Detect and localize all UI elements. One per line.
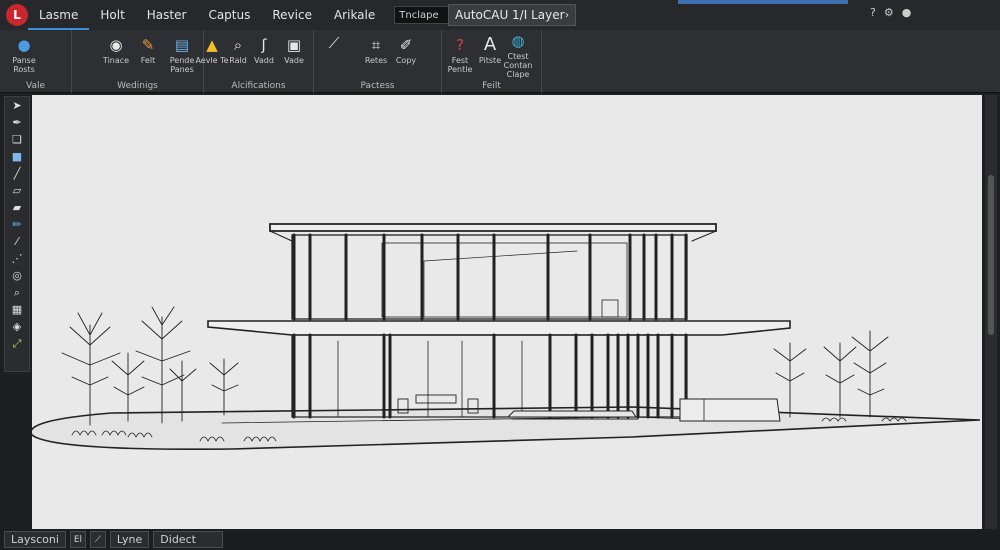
pattern-icon[interactable]: ◈ xyxy=(5,318,29,335)
tool-vade[interactable]: ▣ Vade xyxy=(276,36,312,65)
menu-arikale[interactable]: Arikale xyxy=(323,0,386,30)
layer-dropdown[interactable]: AutoCAU 1/I Layer › xyxy=(448,4,576,26)
eraser-icon[interactable]: ▱ xyxy=(5,182,29,199)
model-tab[interactable]: El xyxy=(69,531,86,548)
drawing-canvas[interactable] xyxy=(32,95,982,529)
menu-haster[interactable]: Haster xyxy=(136,0,198,30)
ribbon-panel-alcifications: ▲ Aevle Te ⌕ Rald ʃ Vadd ▣ Vade Alcifica… xyxy=(195,30,314,93)
help-icon[interactable]: ? xyxy=(870,6,876,19)
menu-revice[interactable]: Revice xyxy=(261,0,323,30)
tool-tinace[interactable]: ◉ Tinace xyxy=(98,36,134,65)
tool-label: Tinace xyxy=(102,56,130,65)
polyline-icon[interactable]: ⁄ xyxy=(5,233,29,250)
tool-label: Panse Rosts xyxy=(12,56,36,74)
app-logo-icon[interactable]: L xyxy=(6,4,28,26)
tool-copy[interactable]: ✐ Copy xyxy=(388,36,424,65)
eye-icon: ◉ xyxy=(109,36,123,54)
node-icon[interactable]: ⋰ xyxy=(5,250,29,267)
panel-title: Alcifications xyxy=(231,81,286,91)
tool-ctest-contan-clape[interactable]: ◍ Ctest Contan Clape xyxy=(500,32,536,79)
tool-label: Vade xyxy=(284,56,304,65)
window-controls: ? ⚙ ● xyxy=(870,6,911,19)
layout-tab[interactable]: Laysconi xyxy=(4,531,66,548)
rectangle-icon[interactable]: ■ xyxy=(5,148,29,165)
line-icon[interactable]: ╱ xyxy=(5,165,29,182)
chevron-right-icon: › xyxy=(565,9,569,21)
tool-felt[interactable]: ✎ Felt xyxy=(130,36,166,65)
settings-icon[interactable]: ⚙ xyxy=(884,6,894,19)
document-icon: ▤ xyxy=(174,36,190,54)
ribbon-panel-wedinigs: ◉ Tinace ✎ Felt ▤ Pende Panes Wedinigs xyxy=(72,30,204,93)
ribbon-panel-feilt: ? Fest Pentle A Pitste ◍ Ctest Contan Cl… xyxy=(442,30,542,93)
globe-icon: ◍ xyxy=(511,32,525,50)
didect-tab[interactable]: Didect xyxy=(153,531,224,548)
panel-title: Feilt xyxy=(482,81,501,91)
menu-captus[interactable]: Captus xyxy=(197,0,261,30)
script-icon: ʃ xyxy=(261,36,267,54)
search-value: Tnclape xyxy=(399,9,439,21)
draw-icon[interactable]: ✏ xyxy=(5,216,29,233)
tool-label: Felt xyxy=(140,56,156,65)
left-tool-palette: ➤ ✒ ❏ ■ ╱ ▱ ▰ ✏ ⁄ ⋰ ◎ ⌕ ▦ ◈ ⤢ xyxy=(4,96,30,372)
house-elevation-drawing xyxy=(32,223,981,451)
pen-tools-icon: ⟋ xyxy=(328,34,340,52)
circle-icon[interactable]: ◎ xyxy=(5,267,29,284)
vertical-scrollbar[interactable] xyxy=(985,95,997,529)
ribbon-panel-vale: ● Panse Rosts Vale xyxy=(0,30,72,93)
ribbon-panel-pactess: ⟋ ⌗ Retes ✐ Copy Pactess xyxy=(314,30,442,93)
autocad-window: L Lasme Holt Haster Captus Revice Arikal… xyxy=(0,0,1000,550)
title-highlight-strip xyxy=(678,0,848,4)
zoom-icon[interactable]: ⌕ xyxy=(5,284,29,301)
grid-icon[interactable]: ▦ xyxy=(5,301,29,318)
hatch-icon[interactable]: ▰ xyxy=(5,199,29,216)
menu-holt[interactable]: Holt xyxy=(89,0,135,30)
ribbon: ● Panse Rosts Vale ◉ Tinace ✎ Felt ▤ Pen… xyxy=(0,30,1000,93)
layers-icon[interactable]: ❏ xyxy=(5,131,29,148)
tool-label: Copy xyxy=(395,56,417,65)
magnifier-icon: ⌕ xyxy=(233,36,243,54)
tool-panse-rosts[interactable]: ● Panse Rosts xyxy=(6,36,42,74)
scrollbar-thumb[interactable] xyxy=(988,175,994,335)
crop-icon: ⌗ xyxy=(371,36,381,54)
user-icon: ● xyxy=(17,36,31,54)
tool-pen-tools[interactable]: ⟋ xyxy=(316,34,352,54)
brush-icon: ✎ xyxy=(141,36,155,54)
diagonal-icon[interactable]: ⟋ xyxy=(89,531,106,548)
clipboard-icon: ▣ xyxy=(286,36,302,54)
layer-dropdown-label: AutoCAU 1/I Layer xyxy=(455,8,565,22)
panel-title: Vale xyxy=(25,81,45,91)
pencil-icon: ✐ xyxy=(399,36,413,54)
panel-title: Pactess xyxy=(360,81,395,91)
status-bar: Laysconi El ⟋ Lyne Didect xyxy=(0,529,1000,550)
user-icon[interactable]: ● xyxy=(902,6,912,19)
menu-lasme[interactable]: Lasme xyxy=(28,0,90,30)
question-icon: ? xyxy=(456,36,464,54)
text-a-icon: A xyxy=(483,34,497,55)
warning-icon: ▲ xyxy=(206,36,218,54)
snap-icon[interactable]: ⤢ xyxy=(5,335,29,352)
panel-title: Wedinigs xyxy=(117,81,158,91)
pen-icon[interactable]: ✒ xyxy=(5,114,29,131)
lyne-tab[interactable]: Lyne xyxy=(109,531,150,548)
select-arrow-icon[interactable]: ➤ xyxy=(5,97,29,114)
tool-label: Ctest Contan Clape xyxy=(503,52,533,79)
